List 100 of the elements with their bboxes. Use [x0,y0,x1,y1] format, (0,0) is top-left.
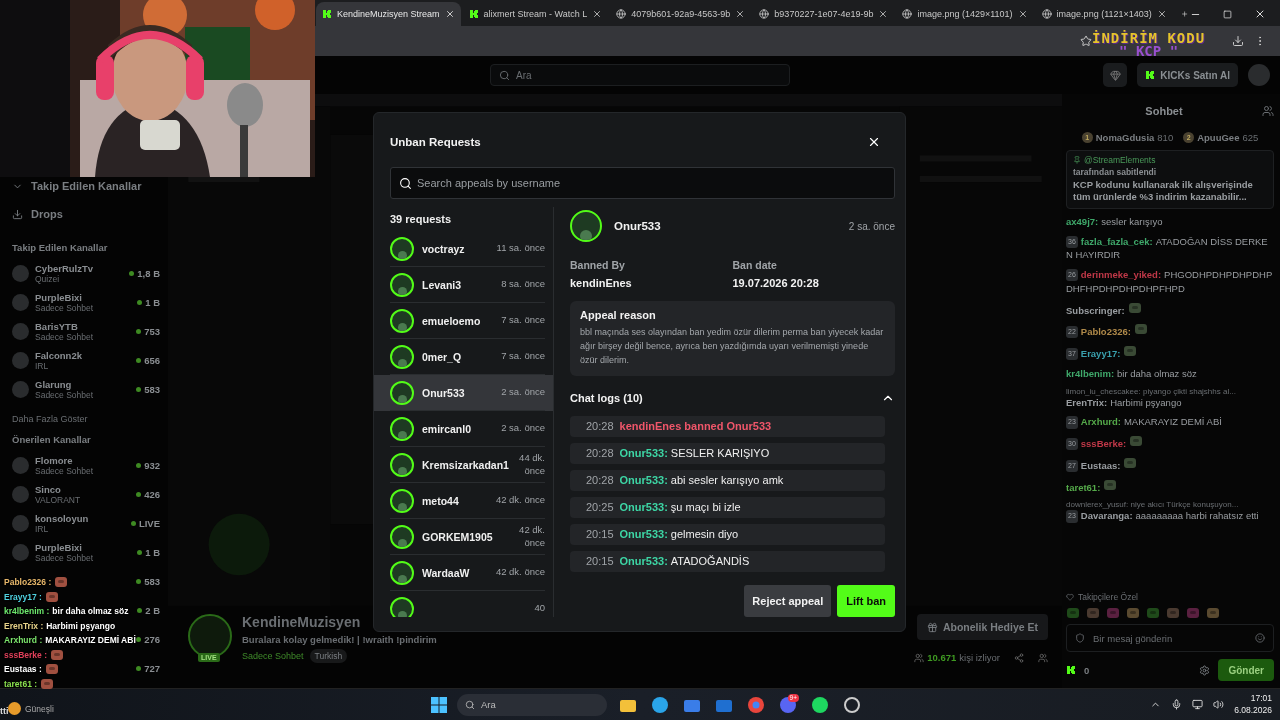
emote-icon [44,663,59,676]
show-more-link[interactable]: Daha Fazla Göster [12,414,160,425]
download-icon [12,208,23,220]
buy-button[interactable]: KICKs Satın Al [1137,63,1238,88]
reply-preview: downlerex_yusuf: niye akıcı Türkçe konuşuyon... [1066,500,1240,510]
browser-tab[interactable]: KendineMuzisyen Stream [316,2,461,27]
leader-points: 625 [1242,131,1259,143]
volume-icon[interactable] [1213,699,1225,710]
chat-title: Sohbet [1145,105,1183,118]
search-field[interactable]: Ara [490,64,790,87]
store-button[interactable] [1103,63,1128,88]
viewer-count: LIVE [130,518,160,530]
user-name[interactable]: sssBerke: [1080,438,1127,450]
emote-icon [50,648,64,661]
user-name: Pablo2326 : [4,577,52,588]
viewer-count: 753 [136,326,160,338]
viewer-count: 932 [136,460,160,472]
request-count: 39 requests [389,212,453,227]
close-icon[interactable] [1156,9,1167,20]
channel-name[interactable]: PurpleBixi [35,542,132,554]
lift-ban-button[interactable]: Lift ban [837,585,895,617]
close-icon[interactable] [444,9,455,20]
field-label: Ban date [732,259,778,271]
globe-icon [1041,9,1052,20]
emote-icon [1127,301,1142,314]
user-name[interactable]: Erayy17: [1080,348,1121,360]
sidebar-item[interactable]: Takip Edilen Kanallar [12,176,160,197]
download-icon[interactable] [1232,35,1244,48]
share-icon[interactable] [1014,652,1024,663]
field-value: kendinEnes [570,277,633,289]
monitor-icon[interactable] [1192,699,1204,710]
star-icon[interactable] [1080,35,1092,48]
weather-text[interactable]: Güneşli [25,703,54,714]
language-tag[interactable]: Turkish [309,649,348,663]
gem-icon [1109,69,1121,81]
mic-icon[interactable] [1171,699,1183,710]
request-item[interactable]: voctrayz 11 sa. önce [374,231,553,267]
message-input[interactable]: Bir mesaj gönderin [1066,624,1274,652]
message-text: bir daha olmaz söz [52,606,129,617]
maximize-icon[interactable] [1223,9,1232,19]
request-item[interactable]: emueloemo 7 sa. önce [374,303,553,339]
browser-tab[interactable]: alixmert Stream - Watch L [462,2,609,27]
channel-category: IRL [35,361,50,372]
request-item[interactable]: Levani3 8 sa. önce [374,267,553,303]
request-item[interactable]: emircanl0 2 sa. önce [374,411,553,447]
gift-button[interactable]: Abonelik Hediye Et [916,614,1048,640]
channel-name[interactable]: Flomore [35,455,131,467]
close-icon[interactable] [592,9,603,20]
emote-icon [1133,323,1148,336]
request-item[interactable]: Onur533 2 sa. önce [374,375,553,411]
viewer-count: 276 [136,634,160,646]
request-item[interactable]: WardaaW 42 dk. önce [374,555,553,591]
sidebar-item[interactable]: Drops [12,204,160,225]
leader-points: 810 [1157,131,1174,143]
category-link[interactable]: Sadece Sohbet [242,651,304,661]
follow-icon[interactable] [1038,652,1048,663]
avatar [12,486,29,504]
user-name[interactable]: Subscringer: [1066,304,1125,316]
settings-icon[interactable] [1199,664,1211,676]
request-item[interactable]: meto44 42 dk. önce [374,483,553,519]
request-item[interactable]: GORKEM1905 42 dk. önce [374,519,553,555]
channel-name[interactable]: BarisYTB [35,321,131,333]
users-icon [914,652,925,663]
globe-icon [616,9,627,20]
close-icon[interactable] [1017,9,1028,20]
user-name[interactable]: taret61: [1066,481,1101,493]
close-icon[interactable] [735,9,746,20]
channel-category: VALORANT [35,495,82,506]
chat-message: ErenTrix: Harbimi pşyango [1066,396,1183,410]
search-field[interactable]: Search appeals by username [390,167,895,199]
close-icon[interactable] [878,9,889,20]
user-name[interactable]: Eustaas: [1080,459,1121,471]
user-name: taret61 : [4,678,38,689]
browser-tab[interactable]: 4079b601-92a9-4563-9b [610,2,752,27]
channel-name[interactable]: Falconn2k [35,350,131,362]
sun-icon[interactable] [8,702,21,715]
request-item[interactable]: Kremsizarkadan1 44 dk. önce [374,447,553,483]
request-item[interactable]: 40 [374,591,553,617]
emote-icon [1123,345,1138,358]
browser-tab[interactable]: b9370227-1e07-4e19-9b [753,2,895,27]
chat-log-entry: 20:25 Onur533: şu maçı bi izle [570,496,885,518]
browser-tab[interactable]: image.png (1429×1101) [896,2,1034,27]
emote-icon [1086,607,1100,619]
user-name[interactable]: Pablo2326: [1080,326,1131,338]
reject-button[interactable]: Reject appeal [744,585,832,617]
emote-icon [1066,607,1080,619]
channel-name[interactable]: Glarung [35,379,131,391]
send-button[interactable]: Gönder [1218,659,1274,681]
followers-only-label: Takipçilere Özel [1078,592,1138,602]
section-title: Takip Edilen Kanallar [12,242,109,254]
clock[interactable]: 17:01 6.08.2026 [1234,693,1272,716]
users-icon[interactable] [1262,105,1274,118]
browser-tab[interactable]: image.png (1121×1403) [1035,2,1173,27]
taskbar-search[interactable]: Ara [457,693,607,716]
channel-name[interactable]: PurpleBixi [35,292,132,304]
channel-name[interactable]: CyberRulzTv [35,263,124,275]
channel-name[interactable]: Sinco [35,484,131,496]
close-button[interactable] [867,135,881,149]
windows-icon[interactable] [431,696,447,713]
channel-name[interactable]: konsoloyun [35,513,125,525]
